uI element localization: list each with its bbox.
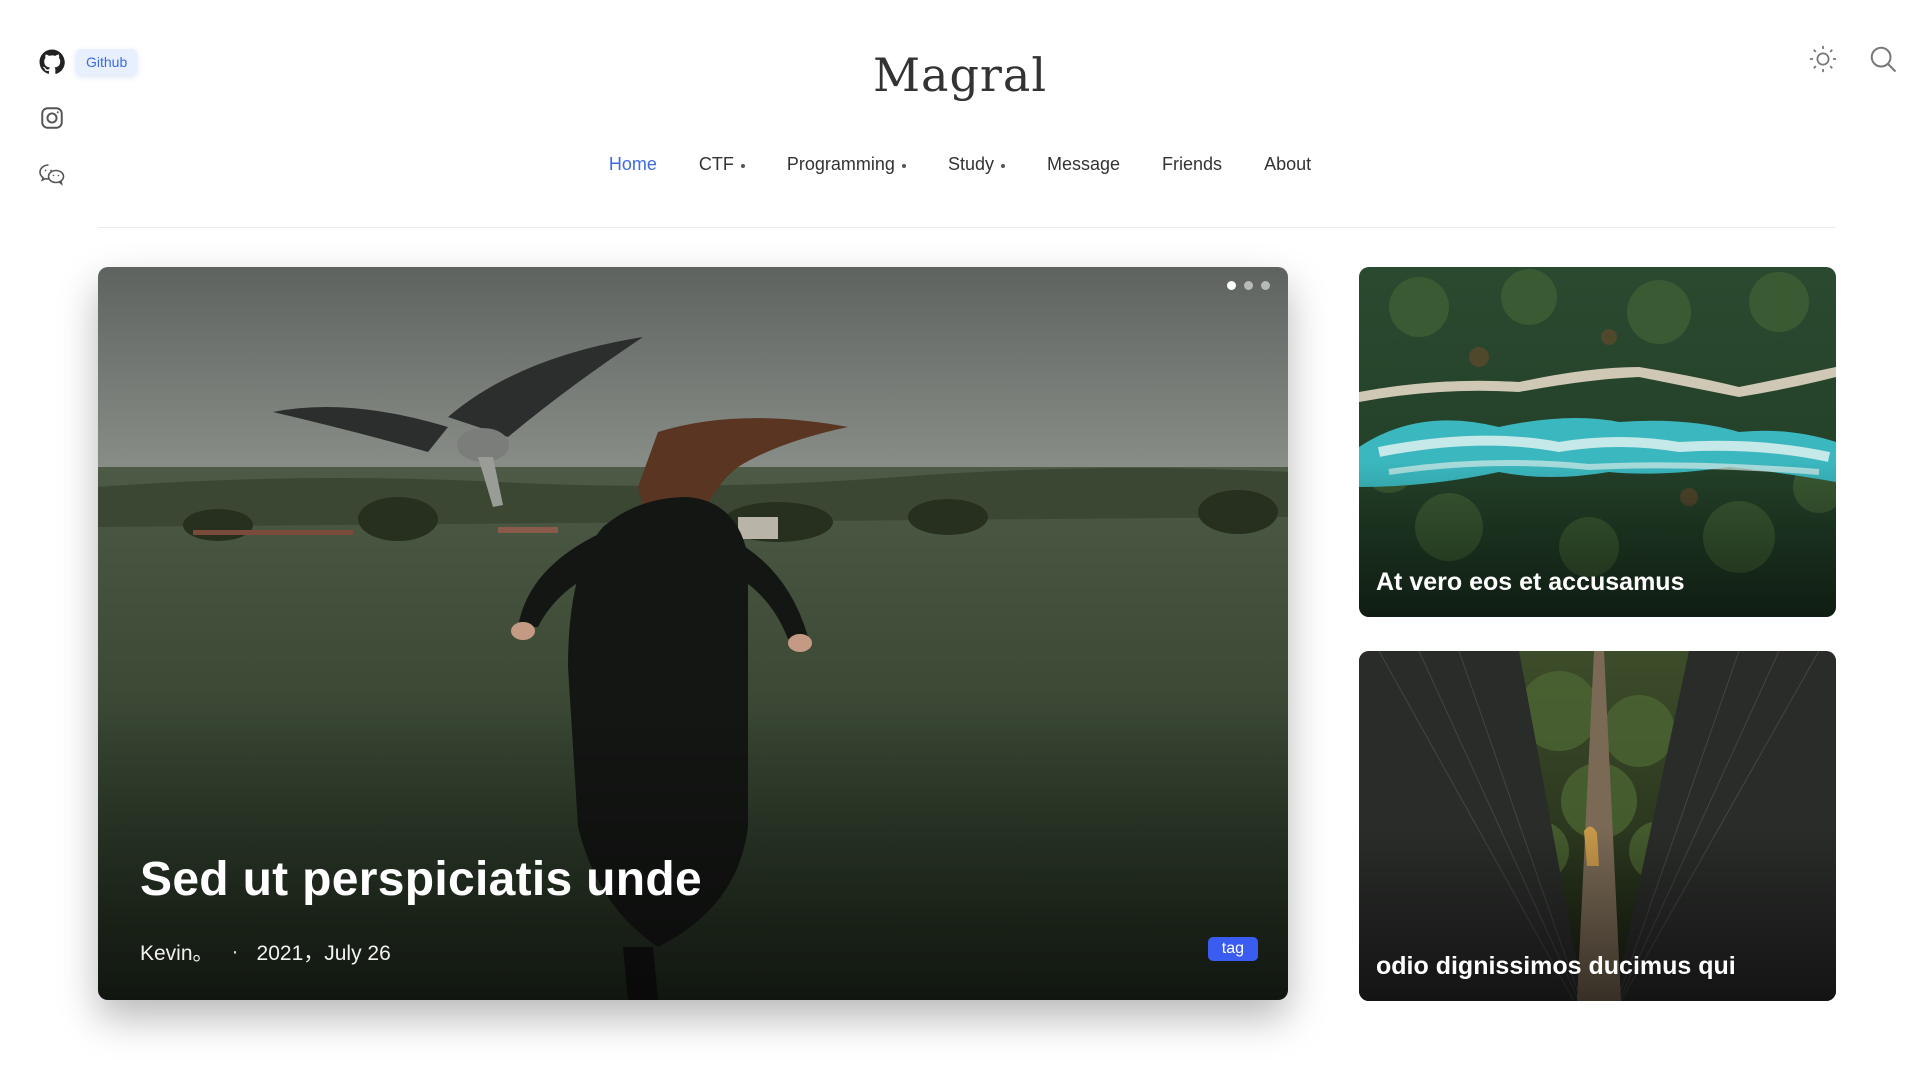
page: Github Magral Home CTF Programming Study… — [0, 0, 1920, 1069]
social-row-instagram — [38, 103, 137, 133]
post-tag-badge[interactable]: tag — [1207, 937, 1258, 961]
nav-label: Programming — [786, 154, 895, 174]
nav-item-home[interactable]: Home — [609, 154, 657, 175]
instagram-icon[interactable] — [38, 104, 66, 132]
nav-item-about[interactable]: About — [1264, 154, 1311, 175]
nav-label: About — [1264, 154, 1312, 174]
featured-post-meta: Kevin。 · 2021，July 26 — [140, 937, 391, 967]
carousel-dot-2[interactable] — [1244, 281, 1253, 290]
post-date: 2021，July 26 — [256, 942, 391, 965]
side-post-image-2 — [1359, 651, 1836, 1001]
dropdown-dot-icon — [901, 163, 906, 168]
post-author[interactable]: Kevin。 — [140, 937, 214, 967]
featured-post-title[interactable]: Sed ut perspiciatis unde — [140, 852, 702, 907]
side-post-title-1[interactable]: At vero eos et accusamus — [1376, 568, 1684, 597]
main-nav: Home CTF Programming Study Message Frien… — [0, 154, 1920, 175]
dropdown-dot-icon — [740, 163, 745, 168]
meta-separator: · — [231, 940, 239, 963]
nav-item-ctf[interactable]: CTF — [699, 154, 745, 175]
nav-label: CTF — [698, 154, 734, 174]
side-post-title-2[interactable]: odio dignissimos ducimus qui — [1376, 952, 1736, 981]
carousel-dots — [1227, 281, 1270, 290]
side-post-card-2[interactable]: odio dignissimos ducimus qui — [1359, 651, 1836, 1001]
side-post-image-1 — [1359, 267, 1836, 617]
nav-label: Study — [947, 154, 994, 174]
nav-item-programming[interactable]: Programming — [787, 154, 906, 175]
dropdown-dot-icon — [1000, 163, 1005, 168]
nav-label: Message — [1046, 154, 1121, 174]
header-divider — [98, 227, 1836, 228]
nav-label: Home — [608, 154, 657, 174]
nav-item-message[interactable]: Message — [1047, 154, 1120, 175]
nav-item-study[interactable]: Study — [948, 154, 1005, 175]
nav-item-friends[interactable]: Friends — [1162, 154, 1222, 175]
carousel-dot-3[interactable] — [1261, 281, 1270, 290]
nav-label: Friends — [1162, 154, 1223, 174]
carousel-dot-1[interactable] — [1227, 281, 1236, 290]
site-logo[interactable]: Magral — [0, 48, 1920, 102]
side-post-card-1[interactable]: At vero eos et accusamus — [1359, 267, 1836, 617]
featured-post-card[interactable]: Sed ut perspiciatis unde Kevin。 · 2021，J… — [98, 267, 1288, 1000]
